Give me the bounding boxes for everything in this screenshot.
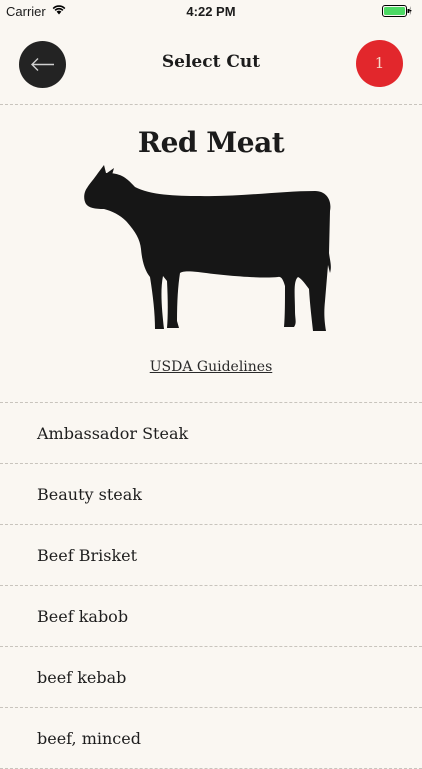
list-item[interactable]: Beauty steak bbox=[0, 464, 422, 525]
list-item[interactable]: beef, minced bbox=[0, 708, 422, 769]
clock: 4:22 PM bbox=[186, 4, 236, 19]
status-bar: Carrier 4:22 PM bbox=[0, 0, 422, 22]
category-header: Red Meat USDA Guidelines bbox=[0, 104, 422, 402]
category-title: Red Meat bbox=[137, 126, 285, 159]
list-item[interactable]: Beef Brisket bbox=[0, 525, 422, 586]
list-item[interactable]: Ambassador Steak bbox=[0, 403, 422, 464]
navigation-bar: Select Cut 1 bbox=[0, 22, 422, 105]
battery-icon bbox=[382, 5, 412, 17]
list-item[interactable]: Beef kabob bbox=[0, 586, 422, 647]
cow-silhouette-image bbox=[84, 165, 331, 331]
list-item[interactable]: beef kebab bbox=[0, 647, 422, 708]
usda-guidelines-link[interactable]: USDA Guidelines bbox=[0, 359, 422, 375]
cut-list: Ambassador Steak Beauty steak Beef Brisk… bbox=[0, 402, 422, 769]
cart-count-button[interactable]: 1 bbox=[356, 40, 403, 87]
